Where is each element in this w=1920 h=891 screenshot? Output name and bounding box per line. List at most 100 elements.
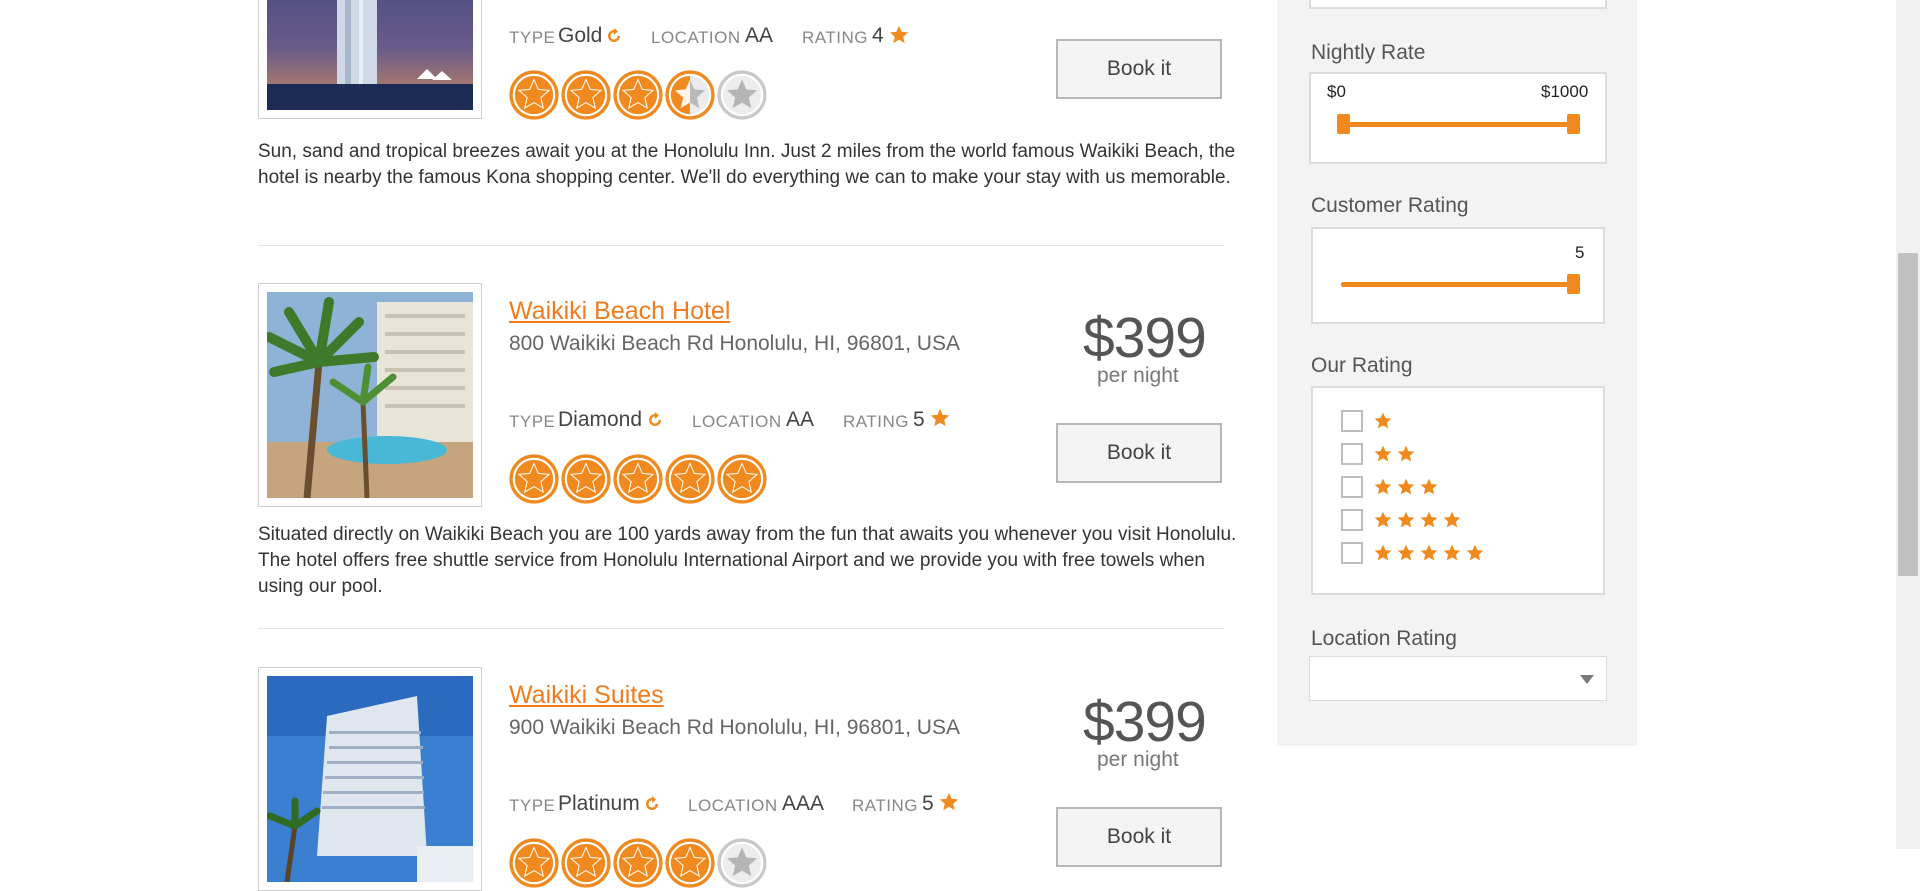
scrollbar-thumb[interactable] — [1898, 253, 1918, 576]
location-value: AA — [786, 408, 815, 431]
book-it-button[interactable]: Book it — [1056, 423, 1222, 483]
star-icon — [1374, 544, 1392, 561]
star-icon — [930, 408, 950, 427]
rating-value: 5 — [922, 792, 934, 815]
star-icon — [1374, 511, 1392, 528]
location-label: LOCATION — [688, 796, 778, 815]
star-icon — [1397, 445, 1415, 462]
star-icon — [1374, 445, 1392, 462]
star-icon — [1397, 478, 1415, 495]
location-rating-label: Location Rating — [1311, 627, 1457, 650]
type-value: Gold — [558, 24, 603, 47]
three-star-icons — [1373, 477, 1442, 497]
hotel-image[interactable] — [258, 283, 482, 507]
four-star-checkbox[interactable] — [1341, 509, 1363, 531]
divider — [258, 628, 1224, 629]
rating-star-icon — [613, 454, 663, 504]
star-icon — [1397, 544, 1415, 561]
location-label: LOCATION — [651, 28, 741, 47]
rating-label: RATING — [802, 28, 868, 47]
our-rating-filter — [1311, 386, 1605, 595]
per-night-label: per night — [1097, 364, 1179, 387]
rate-max-handle[interactable] — [1567, 114, 1580, 134]
star-icon — [1374, 478, 1392, 495]
rating-star-icon — [509, 838, 559, 888]
book-it-button[interactable]: Book it — [1056, 39, 1222, 99]
five-star-icons — [1373, 543, 1488, 563]
nightly-rate-label: Nightly Rate — [1311, 41, 1426, 64]
hotel-photo-tower-night — [267, 0, 473, 110]
filters-sidebar: Nightly Rate $0 $1000 Customer Rating 5 … — [1277, 0, 1637, 746]
our-rating-label: Our Rating — [1311, 354, 1413, 377]
rating-star-icon — [561, 838, 611, 888]
hotel-name-link[interactable]: Waikiki Beach Hotel — [509, 297, 730, 326]
hotel-address: 900 Waikiki Beach Rd Honolulu, HI, 96801… — [509, 716, 960, 739]
customer-rating-track[interactable] — [1341, 282, 1571, 287]
hotel-photo-palms-pool — [267, 292, 473, 498]
price: $399 — [1083, 690, 1207, 754]
chevron-down-icon — [1580, 675, 1594, 684]
hotel-address: 800 Waikiki Beach Rd Honolulu, HI, 96801… — [509, 332, 960, 355]
star-rating — [509, 838, 769, 888]
rating-star-icon — [561, 70, 611, 120]
rating-star-icon — [717, 70, 767, 120]
rating-star-icon — [561, 454, 611, 504]
customer-rating-slider: 5 — [1311, 227, 1605, 324]
rating-label: RATING — [843, 412, 909, 431]
two-star-icons — [1373, 444, 1419, 464]
star-icon — [1443, 544, 1461, 561]
rating-star-icon — [665, 838, 715, 888]
hotel-photo-suites-tower — [267, 676, 473, 882]
min-rate-value: $0 — [1327, 82, 1346, 101]
star-icon — [1420, 478, 1438, 495]
star-rating — [509, 454, 769, 504]
star-icon — [1374, 412, 1392, 429]
location-label: LOCATION — [692, 412, 782, 431]
two-star-checkbox[interactable] — [1341, 443, 1363, 465]
type-label: TYPE — [509, 796, 556, 815]
one-star-checkbox[interactable] — [1341, 410, 1363, 432]
star-icon — [1397, 511, 1415, 528]
per-night-label: per night — [1097, 748, 1179, 771]
one-star-icons — [1373, 411, 1396, 431]
refresh-icon[interactable] — [647, 412, 663, 428]
location-value: AA — [745, 24, 774, 47]
hotel-name-link[interactable]: Waikiki Suites — [509, 681, 664, 710]
type-label: TYPE — [509, 412, 556, 431]
customer-rating-handle[interactable] — [1567, 274, 1580, 294]
divider — [258, 245, 1224, 246]
rating-star-icon — [717, 838, 767, 888]
hotel-description: Sun, sand and tropical breezes await you… — [258, 141, 1236, 188]
hotel-description: Situated directly on Waikiki Beach you a… — [258, 524, 1237, 597]
star-icon — [889, 25, 909, 44]
location-rating-select[interactable] — [1309, 656, 1607, 701]
price: $399 — [1083, 306, 1207, 370]
star-icon — [1420, 544, 1438, 561]
type-label: TYPE — [509, 28, 556, 47]
hotel-image[interactable] — [258, 0, 482, 119]
four-star-icons — [1373, 510, 1465, 530]
type-value: Platinum — [558, 792, 640, 815]
rate-min-handle[interactable] — [1337, 114, 1350, 134]
three-star-checkbox[interactable] — [1341, 476, 1363, 498]
hotel-image[interactable] — [258, 667, 482, 891]
rating-star-icon — [509, 70, 559, 120]
rating-star-icon — [665, 70, 715, 120]
star-icon — [939, 792, 959, 811]
top-filter-box[interactable] — [1309, 0, 1607, 9]
refresh-icon[interactable] — [644, 796, 660, 812]
rating-star-icon — [509, 454, 559, 504]
book-it-button[interactable]: Book it — [1056, 807, 1222, 867]
star-icon — [1443, 511, 1461, 528]
type-value: Diamond — [558, 408, 643, 431]
rate-slider-track[interactable] — [1343, 122, 1569, 127]
rating-star-icon — [717, 454, 767, 504]
rating-star-icon — [613, 70, 663, 120]
five-star-checkbox[interactable] — [1341, 542, 1363, 564]
rating-value: 5 — [913, 408, 925, 431]
star-icon — [1466, 544, 1484, 561]
customer-rating-value: 5 — [1575, 243, 1585, 262]
refresh-icon[interactable] — [606, 28, 622, 44]
nightly-rate-slider: $0 $1000 — [1309, 72, 1607, 164]
rating-star-icon — [665, 454, 715, 504]
